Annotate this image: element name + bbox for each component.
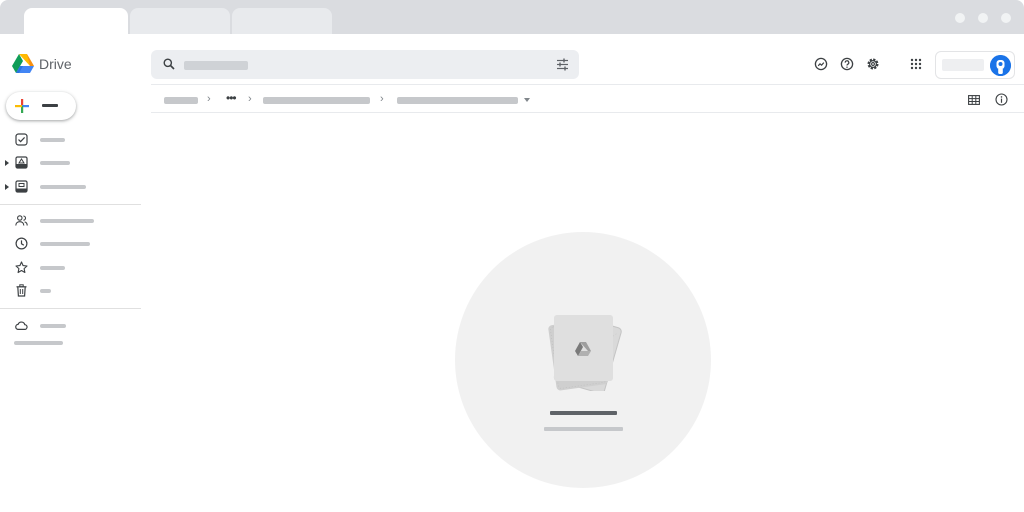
expand-caret-icon[interactable] <box>5 160 9 166</box>
sidebar-item-shared[interactable] <box>0 211 140 231</box>
breadcrumb-separator: › <box>380 93 384 105</box>
sidebar-item-my-drive[interactable] <box>0 153 140 173</box>
chevron-down-icon[interactable] <box>524 98 530 102</box>
star-icon <box>15 261 28 274</box>
ready-offline-icon[interactable] <box>814 57 828 71</box>
app-name[interactable]: Drive <box>39 56 72 72</box>
sidebar-item-priority[interactable] <box>0 130 140 150</box>
search-input[interactable] <box>184 61 248 70</box>
breadcrumb-item[interactable] <box>263 97 370 104</box>
empty-folder-illustration <box>548 314 622 391</box>
computer-icon <box>15 180 28 193</box>
sidebar-item-trash[interactable] <box>0 281 140 301</box>
new-button[interactable] <box>6 92 76 120</box>
breadcrumb-item[interactable] <box>164 97 198 104</box>
sidebar-item-recent[interactable] <box>0 234 140 254</box>
tune-icon[interactable] <box>556 58 569 71</box>
sidebar-item-label <box>40 185 86 189</box>
window-control-maximize[interactable] <box>978 13 988 23</box>
sidebar-item-label <box>40 324 66 328</box>
sidebar-item-label <box>40 289 51 293</box>
info-icon[interactable] <box>995 93 1008 106</box>
breadcrumb: › ••• › › <box>151 84 1024 113</box>
sidebar-item-label <box>40 138 65 142</box>
more-horiz-icon[interactable]: ••• <box>226 92 237 104</box>
trash-icon <box>16 284 27 297</box>
sidebar-item-computers[interactable] <box>0 177 140 197</box>
avatar[interactable] <box>990 55 1011 76</box>
expand-caret-icon[interactable] <box>5 184 9 190</box>
storage-usage-bar <box>14 341 63 345</box>
people-icon <box>15 215 28 226</box>
sidebar-divider <box>0 204 141 205</box>
help-icon[interactable] <box>840 57 854 71</box>
cloud-icon <box>15 321 28 330</box>
search-icon[interactable] <box>163 58 175 70</box>
grid-view-icon[interactable] <box>968 94 980 106</box>
checkbox-icon <box>15 133 28 146</box>
drive-folder-icon <box>15 156 28 169</box>
window-control-minimize[interactable] <box>955 13 965 23</box>
empty-state-subtitle <box>544 427 623 431</box>
sidebar-item-storage[interactable] <box>0 316 140 336</box>
clock-icon <box>15 237 28 250</box>
browser-tab[interactable] <box>130 8 230 34</box>
google-drive-logo-icon[interactable] <box>12 54 34 74</box>
new-button-label <box>42 104 58 107</box>
account-switcher[interactable] <box>935 51 1015 79</box>
sidebar-item-label <box>40 219 94 223</box>
apps-grid-icon[interactable] <box>909 57 923 71</box>
breadcrumb-current-folder[interactable] <box>397 97 518 104</box>
breadcrumb-separator: › <box>248 93 252 105</box>
breadcrumb-separator: › <box>207 93 211 105</box>
empty-state-title <box>550 411 617 415</box>
search-bar[interactable] <box>151 50 579 79</box>
account-name <box>942 59 984 71</box>
window-control-close[interactable] <box>1001 13 1011 23</box>
browser-tab-strip <box>0 0 1024 34</box>
sidebar-item-label <box>40 161 70 165</box>
sidebar-item-label <box>40 266 65 270</box>
browser-tab-active[interactable] <box>24 8 128 34</box>
browser-tab[interactable] <box>232 8 332 34</box>
sidebar-item-label <box>40 242 90 246</box>
gear-icon[interactable] <box>866 57 880 71</box>
sidebar-item-starred[interactable] <box>0 258 140 278</box>
sidebar-divider <box>0 308 141 309</box>
plus-icon <box>15 99 29 113</box>
drive-app: Drive › ••• › › <box>0 34 1024 512</box>
